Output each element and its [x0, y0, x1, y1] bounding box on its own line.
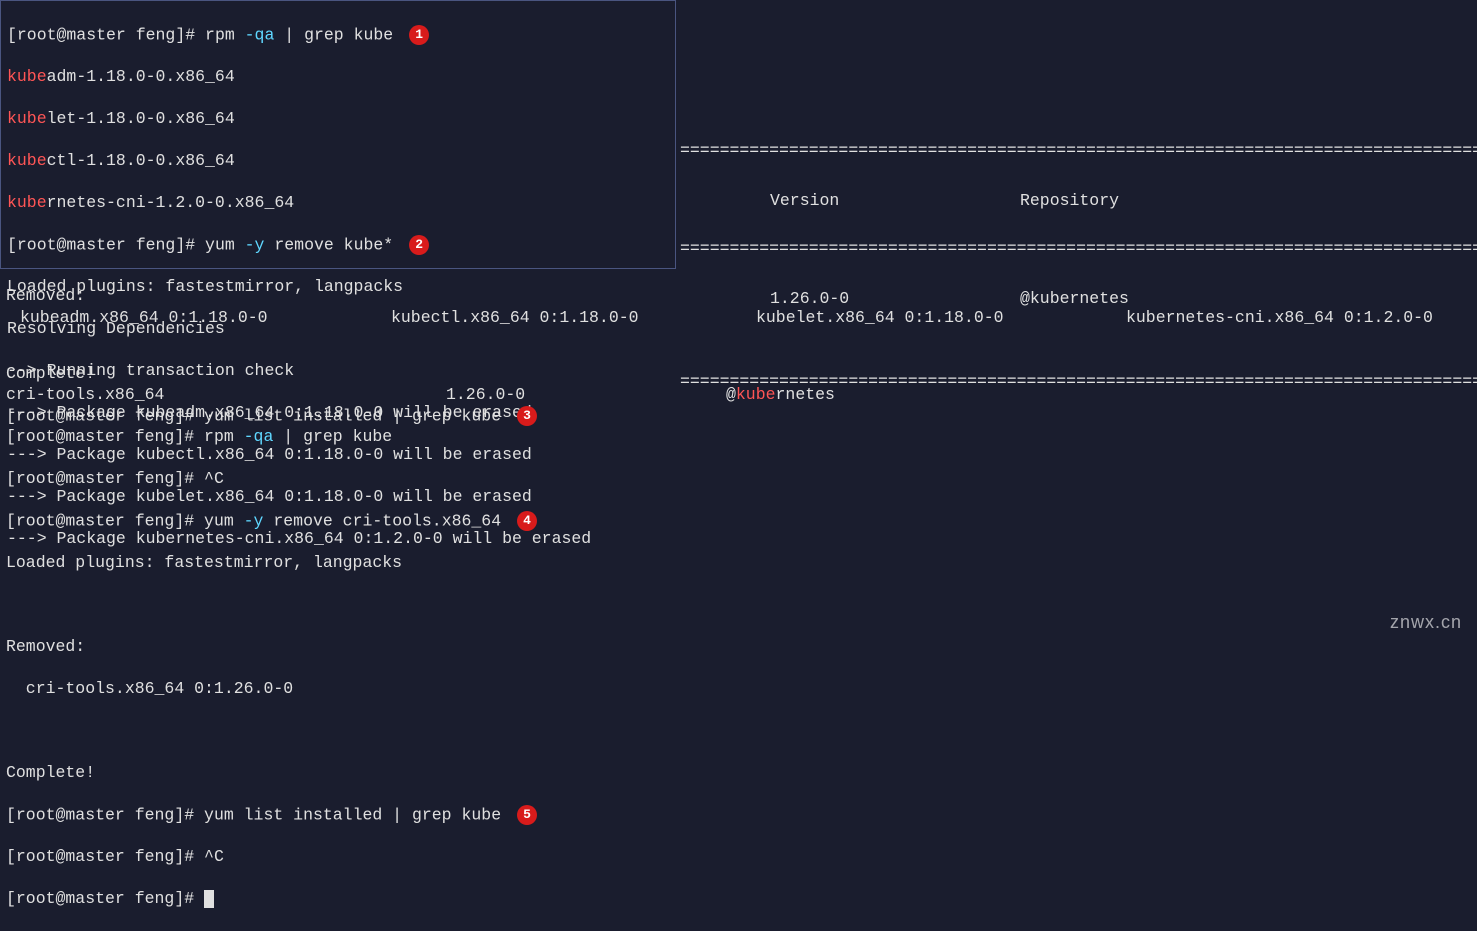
terminal-line: kubeadm-1.18.0-0.x86_64: [7, 67, 669, 88]
terminal-line: Loaded plugins: fastestmirror, langpacks: [6, 553, 1476, 574]
cmd-option: -y: [244, 511, 264, 530]
highlight-kube: kube: [7, 193, 47, 212]
prompt: [root@master feng]#: [6, 889, 204, 908]
terminal-line: [root@master feng]# yum -y remove kube* …: [7, 235, 669, 256]
output-text: let-1.18.0-0.x86_64: [47, 109, 235, 128]
cmd-text: yum list installed | grep kube: [204, 805, 501, 824]
spacer: [6, 595, 1476, 616]
cell-repository: @kubernetes: [1020, 289, 1129, 310]
cmd-option: -qa: [244, 427, 274, 446]
highlight-kube: kube: [736, 385, 776, 404]
cmd-text: ^C: [204, 469, 224, 488]
table-header-row: VersionRepository: [680, 183, 1477, 218]
prompt: [root@master feng]#: [7, 25, 205, 44]
cmd-text: | grep kube: [274, 25, 393, 44]
highlight-kube: kube: [7, 109, 47, 128]
prompt: [root@master feng]#: [6, 805, 204, 824]
prompt: [root@master feng]#: [7, 235, 205, 254]
terminal-line: Loaded plugins: fastestmirror, langpacks: [7, 277, 669, 298]
highlight-kube: kube: [7, 67, 47, 86]
terminal-line: kubelet-1.18.0-0.x86_64: [7, 109, 669, 130]
pkg-repo: @kubernetes: [726, 385, 835, 406]
step-badge-4: 4: [517, 511, 537, 531]
terminal-line: [root@master feng]#: [6, 889, 1476, 910]
cmd-text: remove cri-tools.x86_64: [263, 511, 501, 530]
pkg-version: 1.26.0-0: [446, 385, 726, 406]
watermark-text: znwx.cn: [1390, 611, 1462, 634]
removed-label: Removed:: [6, 637, 1476, 658]
output-text: ctl-1.18.0-0.x86_64: [47, 151, 235, 170]
prompt: [root@master feng]#: [6, 427, 204, 446]
list-installed-row: cri-tools.x86_641.26.0-0@kubernetes: [6, 385, 1476, 406]
step-badge-1: 1: [409, 25, 429, 45]
terminal-lower-2: [root@master feng]# rpm -qa | grep kube …: [6, 406, 1476, 931]
terminal-line: kubernetes-cni-1.2.0-0.x86_64: [7, 193, 669, 214]
terminal-line: [root@master feng]# yum list installed |…: [6, 805, 1476, 826]
terminal-line: [root@master feng]# yum -y remove cri-to…: [6, 511, 1476, 532]
pkg-name: cri-tools.x86_64: [6, 385, 446, 406]
output-text: adm-1.18.0-0.x86_64: [47, 67, 235, 86]
step-badge-2: 2: [409, 235, 429, 255]
highlight-kube: kube: [7, 151, 47, 170]
terminal-line: Complete!: [6, 364, 1476, 385]
cmd-option: -qa: [245, 25, 275, 44]
cmd-text: yum: [205, 235, 245, 254]
terminal-line: kubectl-1.18.0-0.x86_64: [7, 151, 669, 172]
header-repository: Repository: [1020, 191, 1119, 212]
cmd-text: rpm: [204, 427, 244, 446]
terminal-line: [root@master feng]# rpm -qa | grep kube …: [7, 25, 669, 46]
cmd-text: rpm: [205, 25, 245, 44]
removed-packages-row: kubeadm.x86_64 0:1.18.0-0kubectl.x86_64 …: [6, 308, 1476, 329]
terminal-line: Complete!: [6, 763, 1476, 784]
terminal-line: [root@master feng]# ^C: [6, 469, 1476, 490]
removed-label: Removed:: [6, 286, 85, 307]
cmd-option: -y: [245, 235, 265, 254]
cmd-text: yum: [204, 511, 244, 530]
divider-line: ========================================…: [680, 141, 1477, 162]
prompt: [root@master feng]#: [6, 847, 204, 866]
cmd-text: | grep kube: [273, 427, 392, 446]
removed-pkg: kubectl.x86_64 0:1.18.0-0: [391, 308, 756, 329]
divider-line: ========================================…: [680, 239, 1477, 260]
terminal-box-1: [root@master feng]# rpm -qa | grep kube …: [0, 0, 676, 269]
removed-pkg: kubernetes-cni.x86_64 0:1.2.0-0: [1126, 308, 1433, 329]
cell-version: 1.26.0-0: [680, 289, 1020, 310]
step-badge-5: 5: [517, 805, 537, 825]
spacer: [6, 721, 1476, 742]
removed-pkg: kubeadm.x86_64 0:1.18.0-0: [6, 308, 391, 329]
output-text: rnetes-cni-1.2.0-0.x86_64: [47, 193, 295, 212]
header-version: Version: [680, 191, 1020, 212]
cmd-text: ^C: [204, 847, 224, 866]
terminal-line: [root@master feng]# ^C: [6, 847, 1476, 868]
terminal-line: cri-tools.x86_64 0:1.26.0-0: [6, 679, 1476, 700]
cmd-text: remove kube*: [264, 235, 393, 254]
prompt: [root@master feng]#: [6, 511, 204, 530]
prompt: [root@master feng]#: [6, 469, 204, 488]
repo-rest: rnetes: [776, 385, 835, 404]
at-sign: @: [726, 385, 736, 404]
terminal-line: [root@master feng]# rpm -qa | grep kube: [6, 427, 1476, 448]
removed-pkg: kubelet.x86_64 0:1.18.0-0: [756, 308, 1126, 329]
cursor-icon[interactable]: [204, 890, 214, 908]
